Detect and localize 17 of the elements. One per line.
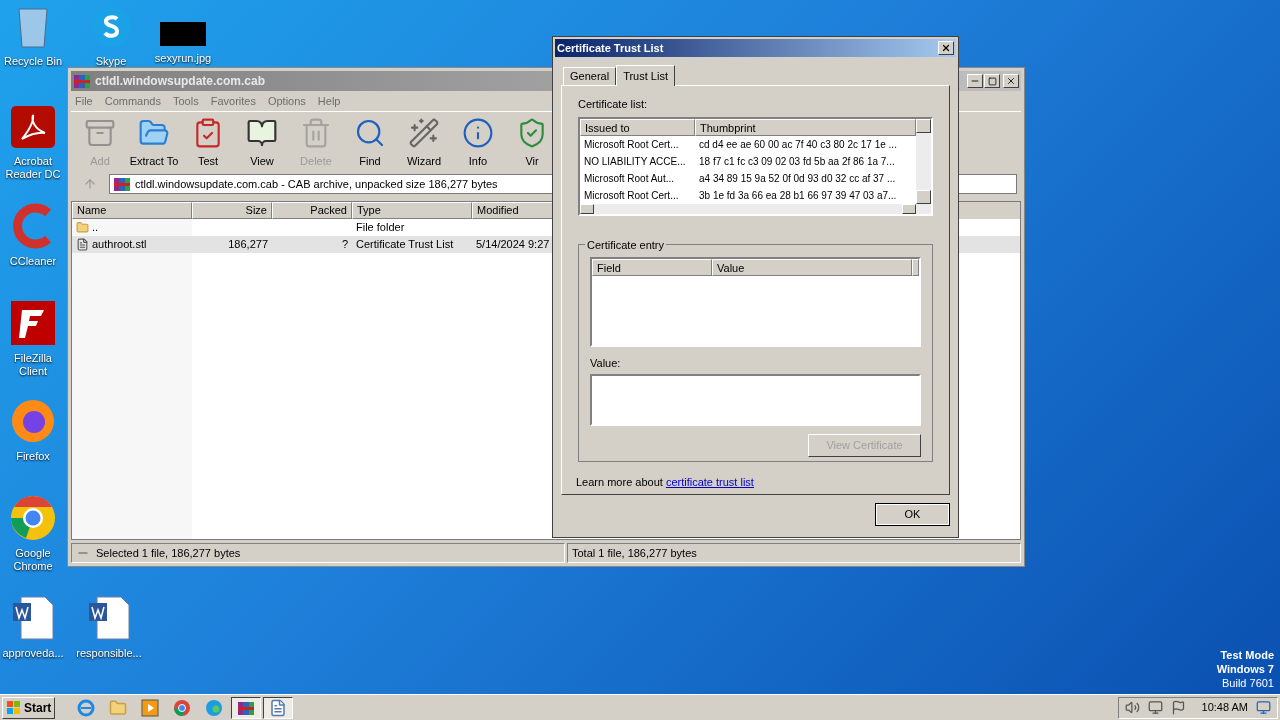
dialog-title: Certificate Trust List bbox=[557, 40, 664, 56]
os-notice-text: Windows 7 bbox=[1216, 662, 1274, 676]
os-notice-text: Test Mode bbox=[1220, 648, 1274, 662]
status-text: Selected 1 file, 186,277 bytes bbox=[96, 545, 241, 561]
value-label: Value: bbox=[590, 355, 622, 371]
size-cell-text: 186,277 bbox=[228, 237, 268, 253]
learn-more-text: Learn more about certificate trust list bbox=[576, 474, 755, 490]
window-title: ctldl.windowsupdate.com.cab bbox=[95, 73, 266, 90]
type-cell: Certificate Trust List bbox=[356, 238, 454, 251]
status-text: Total 1 file, 186,277 bytes bbox=[572, 545, 697, 561]
os-notice-text: Build 7601 bbox=[1222, 676, 1274, 690]
modified-cell: 5/14/2024 9:27 bbox=[476, 238, 550, 251]
list-label: Certificate list: bbox=[578, 97, 649, 112]
type-cell: File folder bbox=[356, 221, 405, 234]
packed-cell-text: ? bbox=[341, 237, 348, 253]
file-name: .. bbox=[92, 220, 99, 236]
file-name: authroot.stl bbox=[92, 237, 147, 253]
